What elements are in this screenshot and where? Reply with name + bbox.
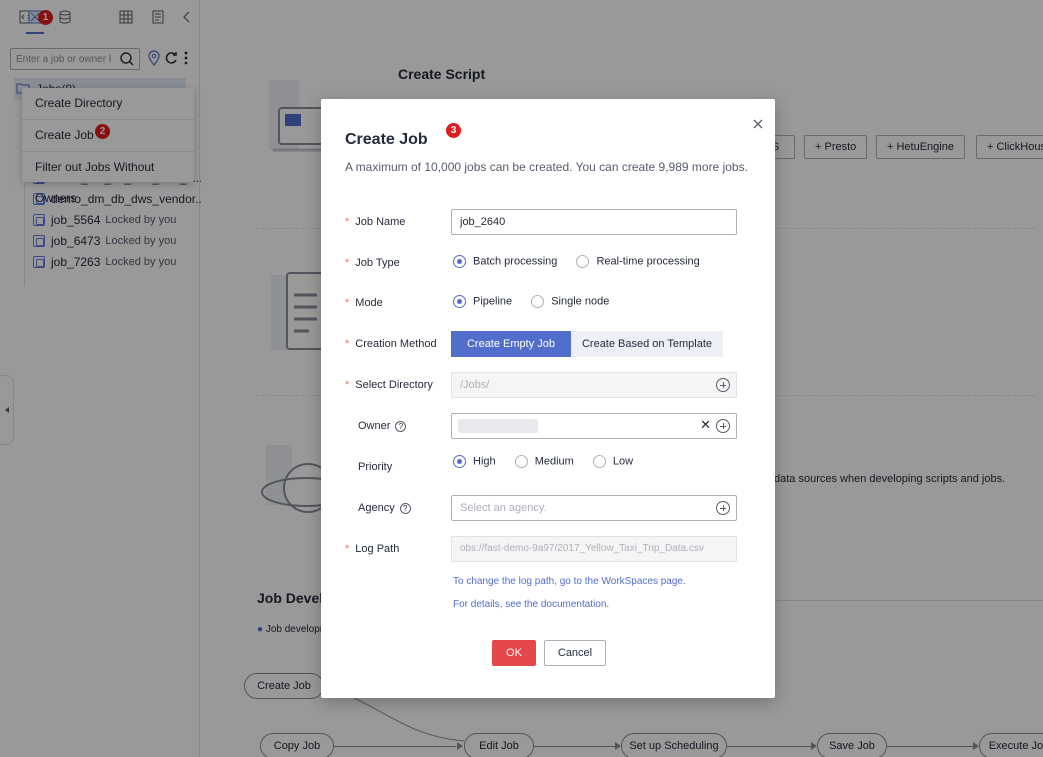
priority-radio-group: High Medium Low	[453, 455, 649, 468]
mode-label-text: Mode	[355, 297, 383, 309]
owner-label-text: Owner	[358, 420, 391, 432]
log-path-label-text: Log Path	[355, 543, 400, 555]
radio-dot	[453, 255, 466, 268]
create-job-dialog: Create Job 3 A maximum of 10,000 jobs ca…	[321, 99, 775, 698]
agency-label: Agency?	[358, 502, 411, 514]
documentation-link[interactable]: For details, see the documentation.	[453, 599, 609, 610]
radio-label: Pipeline	[473, 295, 513, 308]
ok-button[interactable]: OK	[492, 640, 536, 666]
priority-label: Priority	[358, 461, 392, 473]
select-directory-input[interactable]: /Jobs/	[451, 372, 737, 398]
add-circle-icon[interactable]	[716, 501, 730, 515]
creation-method-label-text: Creation Method	[355, 338, 437, 350]
job-type-radio-group: Batch processing Real-time processing	[453, 255, 716, 268]
radio-label: Medium	[534, 455, 574, 468]
add-circle-icon[interactable]	[716, 419, 730, 433]
radio-dot	[514, 455, 528, 468]
job-type-label: * Job Type	[345, 257, 400, 269]
dialog-description: A maximum of 10,000 jobs can be created.…	[345, 160, 748, 174]
clear-icon[interactable]: ✕	[700, 417, 711, 433]
radio-real-time-processing[interactable]: Real-time processing	[576, 255, 700, 268]
cancel-button[interactable]: Cancel	[544, 640, 606, 666]
creation-method-segmented: Create Empty Job Create Based on Templat…	[451, 331, 723, 357]
radio-single-node[interactable]: Single node	[531, 295, 609, 308]
owner-label: Owner?	[358, 420, 407, 432]
select-directory-label-text: Select Directory	[355, 379, 433, 391]
mode-radio-group: Pipeline Single node	[453, 295, 625, 308]
job-name-value: job_2640	[460, 216, 506, 228]
radio-dot	[576, 255, 590, 268]
agency-label-text: Agency	[358, 502, 395, 514]
radio-dot	[531, 295, 545, 308]
job-name-label: * Job Name	[345, 216, 406, 228]
mode-label: * Mode	[345, 297, 383, 309]
radio-batch-processing[interactable]: Batch processing	[453, 255, 557, 268]
job-name-label-text: Job Name	[355, 216, 406, 228]
help-icon[interactable]: ?	[395, 420, 407, 432]
radio-low[interactable]: Low	[592, 455, 634, 468]
help-icon[interactable]: ?	[399, 502, 411, 514]
dialog-title: Create Job	[345, 131, 428, 148]
select-directory-label: * Select Directory	[345, 379, 433, 391]
agency-input[interactable]: Select an agency.	[451, 495, 737, 521]
radio-label: Batch processing	[473, 255, 558, 268]
radio-high[interactable]: High	[453, 455, 496, 468]
radio-dot	[453, 455, 466, 468]
creation-method-label: * Creation Method	[345, 338, 437, 350]
radio-medium[interactable]: Medium	[514, 455, 574, 468]
log-path-input[interactable]: obs://fast-demo-9a97/2017_Yellow_Taxi_Tr…	[451, 536, 737, 562]
create-based-on-template-button[interactable]: Create Based on Template	[571, 331, 723, 357]
job-name-input[interactable]: job_2640	[451, 209, 737, 235]
add-circle-icon[interactable]	[716, 378, 730, 392]
agency-placeholder: Select an agency.	[460, 502, 547, 514]
owner-value-redacted	[458, 419, 538, 433]
select-directory-value: /Jobs/	[460, 379, 490, 391]
change-log-path-link[interactable]: To change the log path, go to the WorkSp…	[453, 576, 686, 587]
radio-dot	[592, 455, 606, 468]
radio-label: Real-time processing	[596, 255, 700, 268]
priority-label-text: Priority	[358, 461, 393, 473]
radio-pipeline[interactable]: Pipeline	[453, 295, 512, 308]
log-path-value: obs://fast-demo-9a97/2017_Yellow_Taxi_Tr…	[460, 543, 704, 554]
create-empty-job-button[interactable]: Create Empty Job	[451, 331, 571, 357]
radio-label: Single node	[551, 295, 610, 308]
radio-label: High	[473, 455, 496, 468]
radio-label: Low	[612, 455, 634, 468]
log-path-label: * Log Path	[345, 543, 400, 555]
owner-input[interactable]: ✕	[451, 413, 737, 439]
job-type-label-text: Job Type	[355, 257, 400, 269]
step-3-badge: 3	[446, 123, 461, 138]
radio-dot	[453, 295, 466, 308]
close-icon[interactable]	[751, 117, 765, 131]
